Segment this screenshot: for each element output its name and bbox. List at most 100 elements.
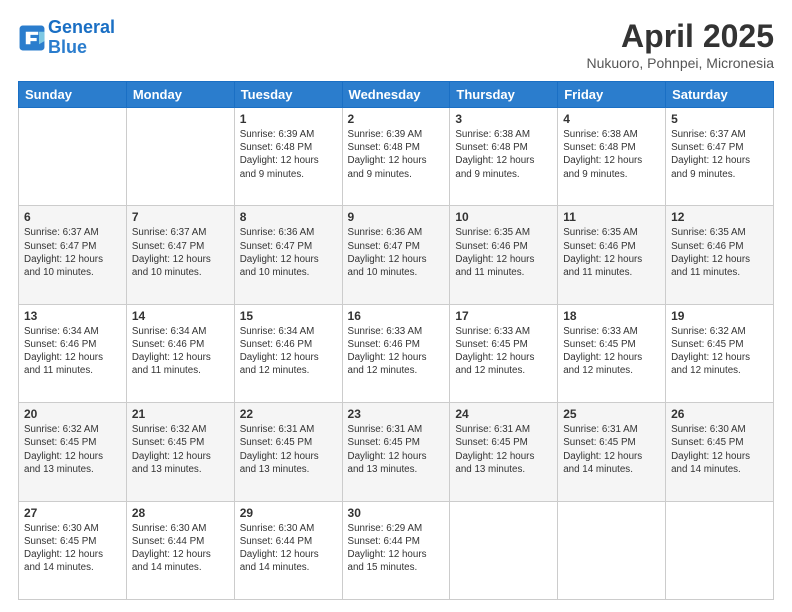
day-number: 1 — [240, 112, 337, 126]
weekday-monday: Monday — [126, 82, 234, 108]
cell-info: Sunrise: 6:34 AM Sunset: 6:46 PM Dayligh… — [240, 325, 337, 378]
cell-info: Sunrise: 6:32 AM Sunset: 6:45 PM Dayligh… — [132, 423, 229, 476]
calendar-cell: 30Sunrise: 6:29 AM Sunset: 6:44 PM Dayli… — [342, 501, 450, 599]
weekday-sunday: Sunday — [19, 82, 127, 108]
calendar-cell — [19, 108, 127, 206]
month-year: April 2025 — [586, 18, 774, 55]
calendar-cell: 17 Sunrise: 6:33 AM Sunset: 6:45 PM Dayli… — [450, 304, 558, 402]
calendar-cell — [126, 108, 234, 206]
calendar-cell: 3Sunrise: 6:38 AM Sunset: 6:48 PM Daylig… — [450, 108, 558, 206]
cell-info: Sunrise: 6:36 AM Sunset: 6:47 PM Dayligh… — [348, 226, 445, 279]
cell-info: Sunrise: 6:32 AM Sunset: 6:45 PM Dayligh… — [24, 423, 121, 476]
day-number: 19 — [671, 309, 768, 323]
day-number: 4 — [563, 112, 660, 126]
calendar-cell: 13Sunrise: 6:34 AM Sunset: 6:46 PM Dayli… — [19, 304, 127, 402]
cell-info: Sunrise: 6:37 AM Sunset: 6:47 PM Dayligh… — [671, 128, 768, 181]
calendar-cell: 28 Sunrise: 6:30 AM Sunset: 6:44 PM Dayli… — [126, 501, 234, 599]
logo-icon — [18, 24, 46, 52]
calendar-row-2: 13Sunrise: 6:34 AM Sunset: 6:46 PM Dayli… — [19, 304, 774, 402]
cell-info: Sunrise: 6:33 AM Sunset: 6:45 PM Dayligh… — [455, 325, 552, 378]
logo-line2: Blue — [48, 37, 87, 57]
calendar-cell: 21 Sunrise: 6:32 AM Sunset: 6:45 PM Dayli… — [126, 403, 234, 501]
weekday-wednesday: Wednesday — [342, 82, 450, 108]
day-number: 9 — [348, 210, 445, 224]
day-number: 29 — [240, 506, 337, 520]
calendar-row-3: 20Sunrise: 6:32 AM Sunset: 6:45 PM Dayli… — [19, 403, 774, 501]
logo-text: General Blue — [48, 18, 115, 58]
day-number: 23 — [348, 407, 445, 421]
cell-info: Sunrise: 6:33 AM Sunset: 6:46 PM Dayligh… — [348, 325, 445, 378]
calendar-row-4: 27 Sunrise: 6:30 AM Sunset: 6:45 PM Dayli… — [19, 501, 774, 599]
location: Nukuoro, Pohnpei, Micronesia — [586, 55, 774, 71]
calendar-cell: 18 Sunrise: 6:33 AM Sunset: 6:45 PM Dayli… — [558, 304, 666, 402]
cell-info: Sunrise: 6:32 AM Sunset: 6:45 PM Dayligh… — [671, 325, 768, 378]
cell-info: Sunrise: 6:36 AM Sunset: 6:47 PM Dayligh… — [240, 226, 337, 279]
day-number: 14 — [132, 309, 229, 323]
cell-info: Sunrise: 6:30 AM Sunset: 6:44 PM Dayligh… — [132, 522, 229, 575]
calendar-cell: 22 Sunrise: 6:31 AM Sunset: 6:45 PM Dayli… — [234, 403, 342, 501]
calendar-cell: 24 Sunrise: 6:31 AM Sunset: 6:45 PM Dayli… — [450, 403, 558, 501]
day-number: 10 — [455, 210, 552, 224]
weekday-saturday: Saturday — [666, 82, 774, 108]
cell-info: Sunrise: 6:37 AM Sunset: 6:47 PM Dayligh… — [132, 226, 229, 279]
calendar-cell: 23 Sunrise: 6:31 AM Sunset: 6:45 PM Dayli… — [342, 403, 450, 501]
calendar-cell: 1 Sunrise: 6:39 AM Sunset: 6:48 PM Daylig… — [234, 108, 342, 206]
day-number: 27 — [24, 506, 121, 520]
day-number: 26 — [671, 407, 768, 421]
calendar-cell: 20Sunrise: 6:32 AM Sunset: 6:45 PM Dayli… — [19, 403, 127, 501]
calendar-cell: 27 Sunrise: 6:30 AM Sunset: 6:45 PM Dayli… — [19, 501, 127, 599]
calendar-cell: 25 Sunrise: 6:31 AM Sunset: 6:45 PM Dayli… — [558, 403, 666, 501]
calendar-row-0: 1 Sunrise: 6:39 AM Sunset: 6:48 PM Daylig… — [19, 108, 774, 206]
calendar-row-1: 6 Sunrise: 6:37 AM Sunset: 6:47 PM Daylig… — [19, 206, 774, 304]
cell-info: Sunrise: 6:30 AM Sunset: 6:45 PM Dayligh… — [24, 522, 121, 575]
calendar-cell: 16Sunrise: 6:33 AM Sunset: 6:46 PM Dayli… — [342, 304, 450, 402]
cell-info: Sunrise: 6:34 AM Sunset: 6:46 PM Dayligh… — [132, 325, 229, 378]
calendar-cell: 6 Sunrise: 6:37 AM Sunset: 6:47 PM Daylig… — [19, 206, 127, 304]
calendar-cell: 10 Sunrise: 6:35 AM Sunset: 6:46 PM Dayli… — [450, 206, 558, 304]
day-number: 12 — [671, 210, 768, 224]
weekday-thursday: Thursday — [450, 82, 558, 108]
day-number: 22 — [240, 407, 337, 421]
logo: General Blue — [18, 18, 115, 58]
day-number: 15 — [240, 309, 337, 323]
page: General Blue April 2025 Nukuoro, Pohnpei… — [0, 0, 792, 612]
day-number: 5 — [671, 112, 768, 126]
day-number: 6 — [24, 210, 121, 224]
logo-line1: General — [48, 17, 115, 37]
cell-info: Sunrise: 6:37 AM Sunset: 6:47 PM Dayligh… — [24, 226, 121, 279]
day-number: 8 — [240, 210, 337, 224]
cell-info: Sunrise: 6:31 AM Sunset: 6:45 PM Dayligh… — [240, 423, 337, 476]
cell-info: Sunrise: 6:38 AM Sunset: 6:48 PM Dayligh… — [455, 128, 552, 181]
cell-info: Sunrise: 6:39 AM Sunset: 6:48 PM Dayligh… — [240, 128, 337, 181]
calendar-cell: 4 Sunrise: 6:38 AM Sunset: 6:48 PM Daylig… — [558, 108, 666, 206]
cell-info: Sunrise: 6:35 AM Sunset: 6:46 PM Dayligh… — [455, 226, 552, 279]
day-number: 30 — [348, 506, 445, 520]
calendar-cell: 5 Sunrise: 6:37 AM Sunset: 6:47 PM Daylig… — [666, 108, 774, 206]
day-number: 17 — [455, 309, 552, 323]
cell-info: Sunrise: 6:35 AM Sunset: 6:46 PM Dayligh… — [563, 226, 660, 279]
cell-info: Sunrise: 6:31 AM Sunset: 6:45 PM Dayligh… — [563, 423, 660, 476]
cell-info: Sunrise: 6:34 AM Sunset: 6:46 PM Dayligh… — [24, 325, 121, 378]
calendar-body: 1 Sunrise: 6:39 AM Sunset: 6:48 PM Daylig… — [19, 108, 774, 600]
calendar-cell: 7Sunrise: 6:37 AM Sunset: 6:47 PM Daylig… — [126, 206, 234, 304]
cell-info: Sunrise: 6:31 AM Sunset: 6:45 PM Dayligh… — [348, 423, 445, 476]
calendar-cell: 8 Sunrise: 6:36 AM Sunset: 6:47 PM Daylig… — [234, 206, 342, 304]
day-number: 24 — [455, 407, 552, 421]
calendar-cell — [558, 501, 666, 599]
calendar-header: SundayMondayTuesdayWednesdayThursdayFrid… — [19, 82, 774, 108]
calendar-cell — [666, 501, 774, 599]
cell-info: Sunrise: 6:39 AM Sunset: 6:48 PM Dayligh… — [348, 128, 445, 181]
day-number: 25 — [563, 407, 660, 421]
day-number: 28 — [132, 506, 229, 520]
cell-info: Sunrise: 6:30 AM Sunset: 6:45 PM Dayligh… — [671, 423, 768, 476]
calendar-cell: 9 Sunrise: 6:36 AM Sunset: 6:47 PM Daylig… — [342, 206, 450, 304]
cell-info: Sunrise: 6:38 AM Sunset: 6:48 PM Dayligh… — [563, 128, 660, 181]
cell-info: Sunrise: 6:33 AM Sunset: 6:45 PM Dayligh… — [563, 325, 660, 378]
cell-info: Sunrise: 6:31 AM Sunset: 6:45 PM Dayligh… — [455, 423, 552, 476]
calendar-cell: 29Sunrise: 6:30 AM Sunset: 6:44 PM Dayli… — [234, 501, 342, 599]
day-number: 18 — [563, 309, 660, 323]
day-number: 11 — [563, 210, 660, 224]
header: General Blue April 2025 Nukuoro, Pohnpei… — [18, 18, 774, 71]
day-number: 21 — [132, 407, 229, 421]
calendar-cell: 14 Sunrise: 6:34 AM Sunset: 6:46 PM Dayli… — [126, 304, 234, 402]
